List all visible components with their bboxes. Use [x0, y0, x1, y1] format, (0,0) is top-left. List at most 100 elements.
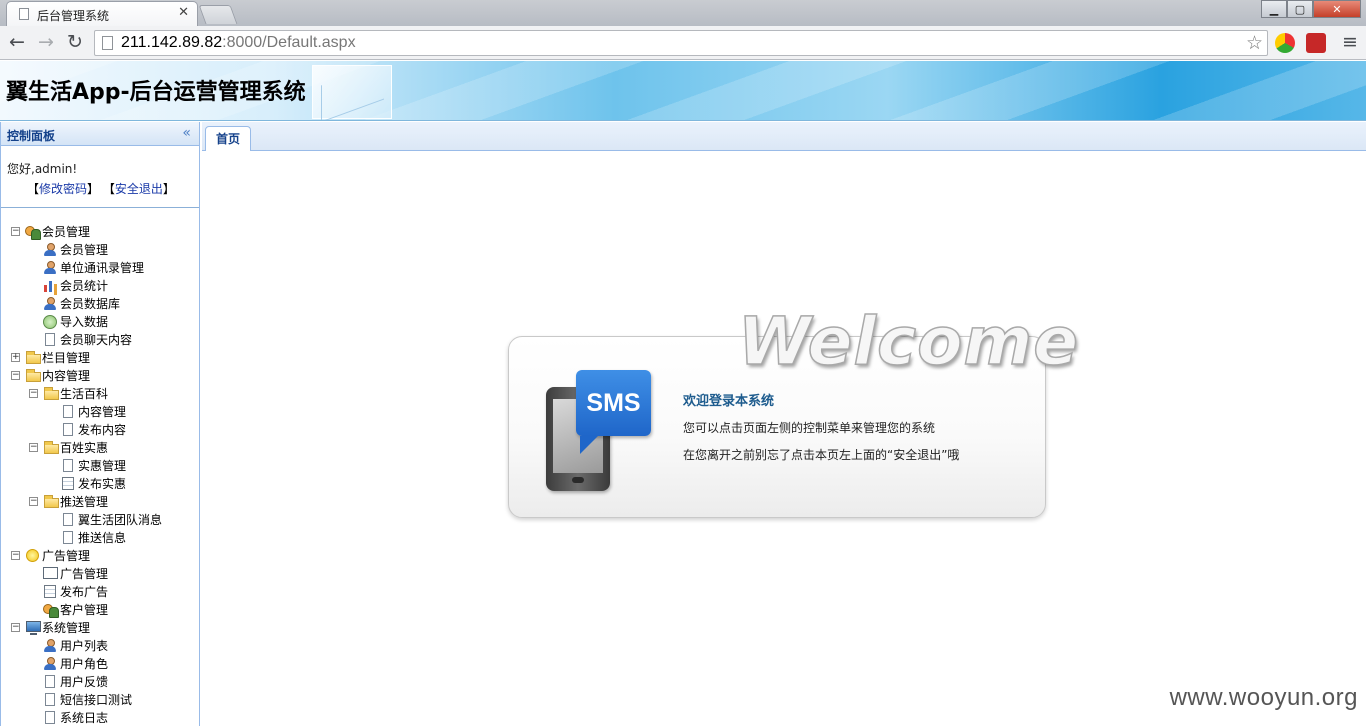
envelope-graphic-icon: [312, 65, 392, 119]
tree-node-label: 内容管理: [42, 367, 90, 385]
tree-node-ad-management[interactable]: − 广告管理: [1, 547, 199, 565]
tree-node-deals[interactable]: − 百姓实惠: [1, 439, 199, 457]
document-icon: [45, 675, 55, 688]
import-icon: [43, 315, 57, 329]
user-icon: [43, 657, 57, 671]
tab-home[interactable]: 首页: [205, 126, 251, 152]
user-info: 您好,admin! 【修改密码】 【安全退出】: [1, 146, 199, 208]
tree-node-team-messages[interactable]: 翼生活团队消息: [1, 511, 199, 529]
tree-node-label: 导入数据: [60, 313, 108, 331]
menu-tree: − 会员管理 会员管理 单位通讯录管理 会员统计 会员数据库 导入数据 会员聊天…: [1, 223, 199, 727]
tree-node-user-roles[interactable]: 用户角色: [1, 655, 199, 673]
tree-node-label: 单位通讯录管理: [60, 259, 144, 277]
tree-node-label: 会员聊天内容: [60, 331, 132, 349]
url-text[interactable]: 211.142.89.82:8000/Default.aspx: [121, 34, 356, 52]
tree-node-member-stats[interactable]: 会员统计: [1, 277, 199, 295]
tree-node-user-list[interactable]: 用户列表: [1, 637, 199, 655]
collapse-toggle-icon[interactable]: −: [29, 389, 38, 398]
maximize-button[interactable]: ▢: [1287, 0, 1313, 18]
tree-node-system-log[interactable]: 系统日志: [1, 709, 199, 727]
document-icon: [45, 693, 55, 706]
close-tab-icon[interactable]: ✕: [178, 5, 189, 20]
tree-node-import-data[interactable]: 导入数据: [1, 313, 199, 331]
collapse-toggle-icon[interactable]: −: [11, 227, 20, 236]
tree-node-label: 发布实惠: [78, 475, 126, 493]
tree-node-label: 会员数据库: [60, 295, 120, 313]
tree-node-deal-management[interactable]: 实惠管理: [1, 457, 199, 475]
collapse-toggle-icon[interactable]: −: [11, 371, 20, 380]
tree-node-label: 广告管理: [42, 547, 90, 565]
welcome-banner-text: Welcome: [738, 303, 1079, 380]
collapse-toggle-icon[interactable]: −: [11, 551, 20, 560]
collapse-toggle-icon[interactable]: −: [29, 497, 38, 506]
change-password-link[interactable]: 修改密码: [39, 182, 87, 196]
extension-icon[interactable]: [1275, 33, 1295, 53]
tree-node-label: 发布内容: [78, 421, 126, 439]
tree-node-label: 栏目管理: [42, 349, 90, 367]
document-icon: [63, 531, 73, 544]
tree-node-label: 实惠管理: [78, 457, 126, 475]
welcome-instruction: 您可以点击页面左侧的控制菜单来管理您的系统: [683, 419, 935, 436]
logout-link[interactable]: 安全退出: [115, 182, 163, 196]
tree-node-label: 内容管理: [78, 403, 126, 421]
minimize-button[interactable]: ▁: [1261, 0, 1287, 18]
tree-node-member-database[interactable]: 会员数据库: [1, 295, 199, 313]
browser-titlebar: 后台管理系统 ✕ ▁ ▢ ✕: [0, 0, 1366, 26]
tree-node-address-book[interactable]: 单位通讯录管理: [1, 259, 199, 277]
document-icon: [63, 405, 73, 418]
browser-tab[interactable]: 后台管理系统 ✕: [6, 1, 198, 26]
new-tab-button[interactable]: [199, 5, 238, 24]
expand-toggle-icon[interactable]: +: [11, 353, 20, 362]
folder-icon: [44, 498, 59, 508]
user-icon: [43, 261, 57, 275]
tree-node-user-feedback[interactable]: 用户反馈: [1, 673, 199, 691]
tree-node-member-management[interactable]: − 会员管理: [1, 223, 199, 241]
tree-node-ads[interactable]: 广告管理: [1, 565, 199, 583]
tree-node-chat-content[interactable]: 会员聊天内容: [1, 331, 199, 349]
user-icon: [43, 243, 57, 257]
tree-node-customer-management[interactable]: 客户管理: [1, 601, 199, 619]
document-icon: [63, 459, 73, 472]
chart-icon: [43, 279, 58, 293]
bookmark-star-icon[interactable]: ☆: [1246, 32, 1263, 54]
tree-node-publish-content[interactable]: 发布内容: [1, 421, 199, 439]
address-bar[interactable]: 211.142.89.82:8000/Default.aspx ☆: [94, 30, 1268, 56]
tree-node-sms-test[interactable]: 短信接口测试: [1, 691, 199, 709]
form-icon: [62, 477, 74, 490]
tree-node-publish-ad[interactable]: 发布广告: [1, 583, 199, 601]
browser-tab-title: 后台管理系统: [37, 7, 109, 24]
tree-node-content-management[interactable]: − 内容管理: [1, 367, 199, 385]
forward-button[interactable]: →: [34, 30, 58, 54]
screen-icon: [43, 567, 58, 579]
tree-node-content-manage[interactable]: 内容管理: [1, 403, 199, 421]
user-icon: [43, 639, 57, 653]
page-favicon-icon: [19, 8, 29, 20]
tree-node-push-management[interactable]: − 推送管理: [1, 493, 199, 511]
page-icon: [102, 36, 113, 50]
tree-node-label: 客户管理: [60, 601, 108, 619]
user-greeting: 您好,admin!: [7, 160, 77, 177]
collapse-toggle-icon[interactable]: −: [11, 623, 20, 632]
back-button[interactable]: ←: [5, 30, 29, 54]
browser-menu-icon[interactable]: ≡: [1338, 30, 1362, 54]
collapse-panel-icon[interactable]: «: [182, 125, 191, 141]
extension-counter-icon[interactable]: [1306, 33, 1326, 53]
browser-toolbar: ← → ↻ 211.142.89.82:8000/Default.aspx ☆ …: [0, 26, 1366, 60]
app-header: 翼生活App-后台运营管理系统: [0, 61, 1366, 121]
document-icon: [63, 513, 73, 526]
tree-node-life-encyclopedia[interactable]: − 生活百科: [1, 385, 199, 403]
tree-node-label: 系统日志: [60, 709, 108, 727]
tree-node-label: 会员管理: [60, 241, 108, 259]
close-window-button[interactable]: ✕: [1313, 0, 1361, 18]
collapse-toggle-icon[interactable]: −: [29, 443, 38, 452]
tree-node-column-management[interactable]: + 栏目管理: [1, 349, 199, 367]
tree-node-publish-deal[interactable]: 发布实惠: [1, 475, 199, 493]
tree-node-members[interactable]: 会员管理: [1, 241, 199, 259]
url-host: 211.142.89.82: [121, 34, 222, 51]
tree-node-system-management[interactable]: − 系统管理: [1, 619, 199, 637]
tree-node-push-info[interactable]: 推送信息: [1, 529, 199, 547]
welcome-logout-reminder: 在您离开之前别忘了点击本页左上面的“安全退出”哦: [683, 446, 959, 463]
reload-button[interactable]: ↻: [63, 30, 87, 54]
tree-node-label: 用户列表: [60, 637, 108, 655]
folder-icon: [26, 354, 41, 364]
